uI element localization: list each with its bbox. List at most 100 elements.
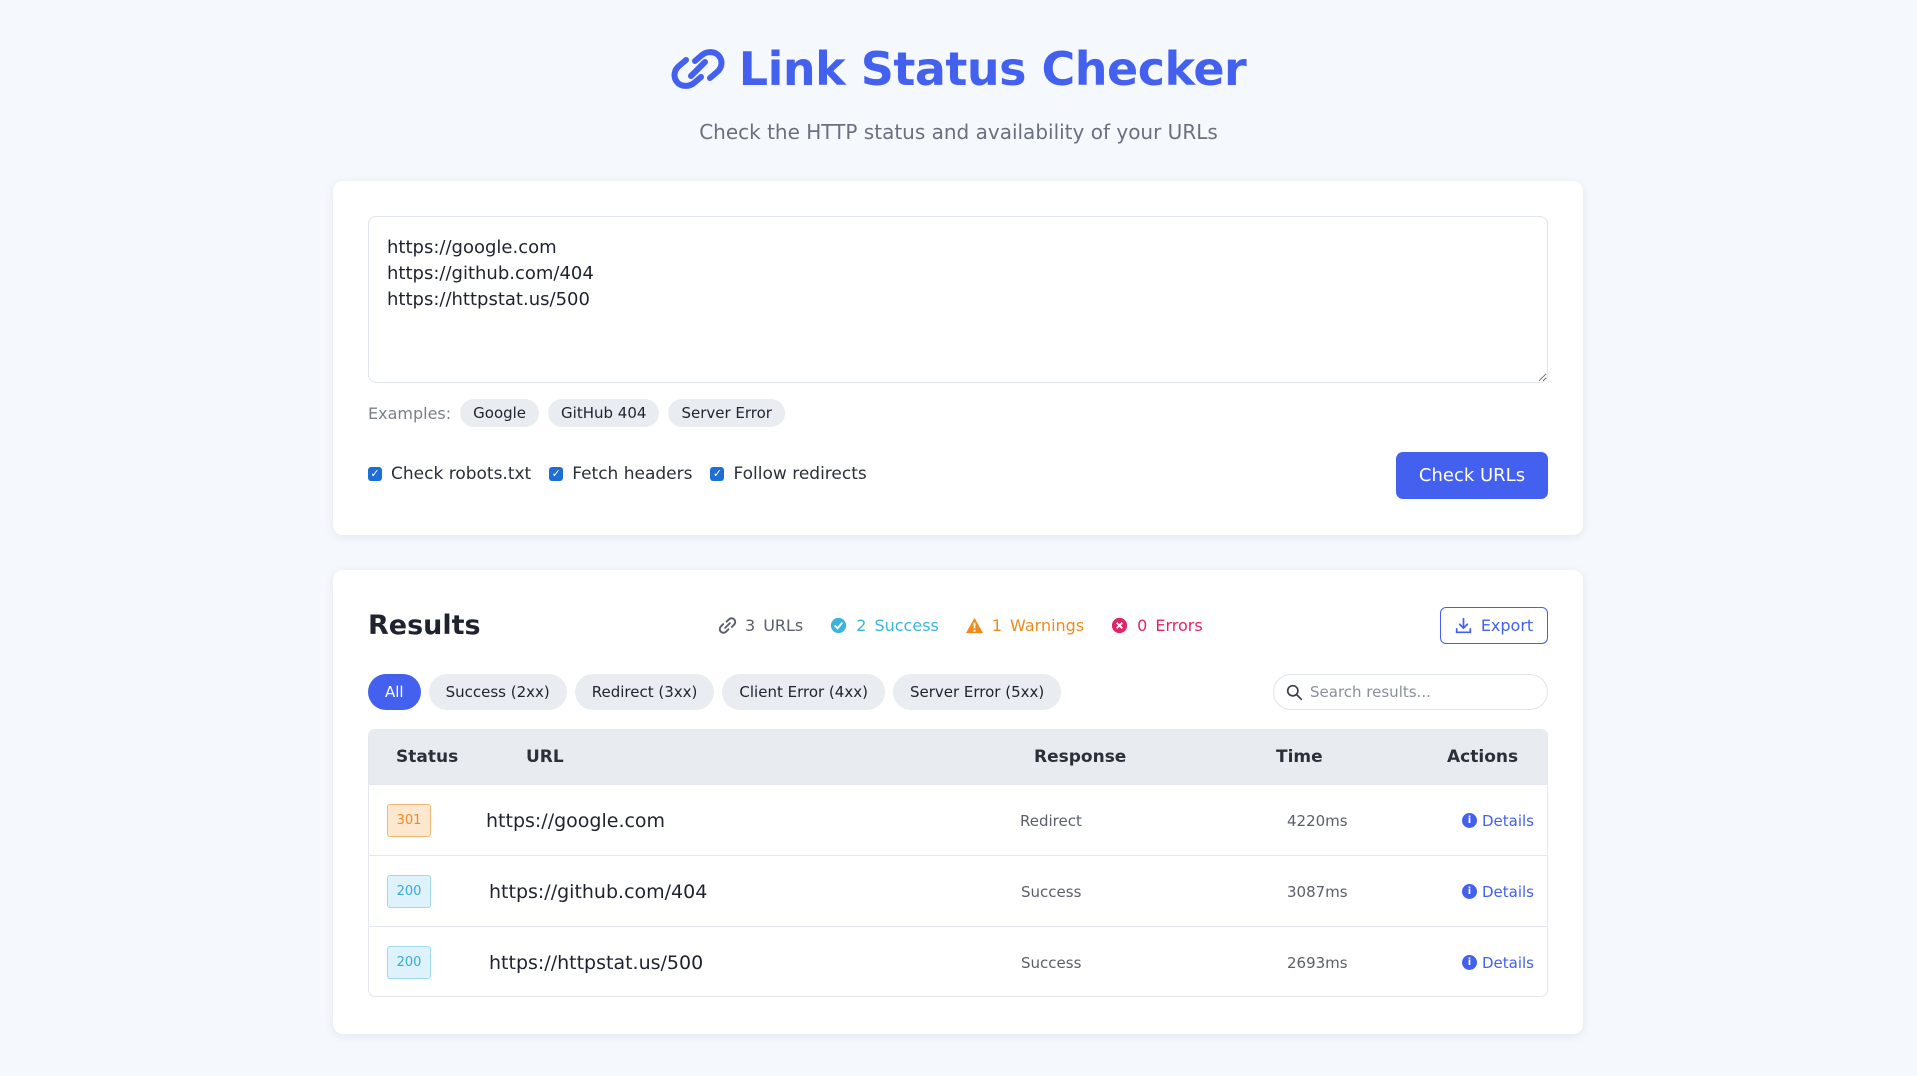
filter-success[interactable]: Success (2xx): [428, 674, 567, 710]
stat-success-label: Success: [874, 616, 939, 635]
column-url: URL: [526, 747, 564, 767]
filter-server-error[interactable]: Server Error (5xx): [892, 674, 1062, 710]
urls-textarea[interactable]: [368, 216, 1548, 383]
filter-all[interactable]: All: [368, 674, 421, 710]
info-icon: i: [1462, 955, 1477, 970]
example-chip-github-404[interactable]: GitHub 404: [548, 399, 660, 427]
time-text: 2693ms: [1287, 953, 1348, 972]
column-actions: Actions: [1447, 747, 1519, 767]
check-urls-button[interactable]: Check URLs: [1396, 452, 1548, 499]
status-filters: All Success (2xx) Redirect (3xx) Client …: [368, 674, 1062, 710]
stat-urls-label: URLs: [763, 616, 804, 635]
stat-urls-count: 3: [745, 616, 756, 635]
info-icon: i: [1462, 884, 1477, 899]
option-label: Fetch headers: [572, 464, 693, 484]
filter-client-error[interactable]: Client Error (4xx): [722, 674, 885, 710]
response-cell: Success: [1021, 927, 1082, 996]
url-cell: https://google.com: [486, 785, 665, 856]
option-label: Check robots.txt: [391, 464, 532, 484]
x-circle-icon: [1112, 617, 1128, 634]
example-chip-google[interactable]: Google: [460, 399, 540, 427]
stat-success: 2 Success: [829, 616, 939, 635]
response-text: Success: [1021, 882, 1082, 901]
option-fetch-headers[interactable]: ✓ Fetch headers: [549, 464, 692, 484]
stat-errors: 0 Errors: [1110, 616, 1203, 635]
column-response: Response: [1034, 747, 1127, 767]
search-icon: [1286, 684, 1303, 700]
column-time: Time: [1276, 747, 1323, 767]
export-button[interactable]: Export: [1440, 607, 1548, 644]
checkbox-check-robots[interactable]: ✓: [368, 467, 382, 481]
examples-label: Examples:: [368, 403, 452, 423]
url-cell: https://github.com/404: [489, 856, 707, 927]
url-text: https://github.com/404: [489, 880, 708, 903]
status-cell: 301: [387, 785, 431, 856]
response-cell: Success: [1021, 856, 1081, 927]
filter-redirect[interactable]: Redirect (3xx): [574, 674, 715, 710]
results-table: Status URL Response Time Actions 301 htt…: [368, 729, 1548, 997]
actions-cell: i Details: [1462, 927, 1534, 996]
table-header: Status URL Response Time Actions: [369, 730, 1547, 784]
stat-warnings-label: Warnings: [1010, 616, 1085, 635]
results-stats: 3 URLs 2 Success 1 Warnings 0 Errors: [718, 616, 1203, 635]
checkbox-follow-redirects[interactable]: ✓: [710, 467, 725, 481]
stat-warnings: 1 Warnings: [965, 616, 1084, 635]
warning-triangle-icon: [965, 617, 983, 634]
check-circle-icon: [831, 617, 847, 634]
column-status: Status: [396, 747, 459, 767]
table-row: 200 https://github.com/404 Success 3087m…: [369, 855, 1547, 926]
status-badge: 200: [387, 875, 431, 908]
checkbox-fetch-headers[interactable]: ✓: [549, 467, 564, 481]
stat-success-count: 2: [856, 616, 867, 635]
url-text: https://httpstat.us/500: [489, 951, 704, 974]
search-input[interactable]: [1310, 683, 1530, 701]
results-search[interactable]: [1273, 674, 1548, 710]
page-subtitle: Check the HTTP status and availability o…: [699, 120, 1218, 144]
url-text: https://google.com: [486, 809, 666, 832]
table-row: 301 https://google.com Redirect 4220ms i…: [369, 784, 1547, 855]
response-text: Redirect: [1020, 811, 1082, 830]
option-follow-redirects[interactable]: ✓ Follow redirects: [710, 464, 867, 484]
time-cell: 3087ms: [1287, 856, 1348, 927]
time-cell: 4220ms: [1287, 785, 1348, 856]
stat-urls: 3 URLs: [718, 616, 803, 635]
time-cell: 2693ms: [1287, 927, 1348, 996]
options-row: ✓ Check robots.txt ✓ Fetch headers ✓ Fol…: [368, 464, 867, 484]
details-link[interactable]: i Details: [1462, 883, 1534, 901]
details-label: Details: [1482, 882, 1535, 901]
link-icon: [671, 49, 725, 89]
response-text: Success: [1021, 953, 1082, 972]
stat-errors-label: Errors: [1155, 616, 1203, 635]
results-card: Results 3 URLs 2 Success 1 Warnings 0 Er…: [333, 570, 1583, 1034]
examples-row: Examples: Google GitHub 404 Server Error: [368, 399, 785, 427]
status-cell: 200: [387, 856, 431, 927]
details-link[interactable]: i Details: [1462, 954, 1534, 972]
response-cell: Redirect: [1020, 785, 1082, 856]
status-badge: 301: [387, 804, 431, 837]
example-chip-server-error[interactable]: Server Error: [668, 399, 785, 427]
url-cell: https://httpstat.us/500: [489, 927, 704, 996]
download-icon: [1455, 617, 1471, 634]
status-cell: 200: [387, 927, 431, 996]
stat-errors-count: 0: [1137, 616, 1148, 635]
status-badge: 200: [387, 946, 431, 979]
page-title-text: Link Status Checker: [738, 42, 1247, 96]
details-link[interactable]: i Details: [1462, 812, 1534, 830]
time-text: 3087ms: [1287, 882, 1348, 901]
page-title: Link Status Checker: [671, 42, 1247, 96]
time-text: 4220ms: [1287, 811, 1348, 830]
option-check-robots[interactable]: ✓ Check robots.txt: [368, 464, 531, 484]
details-label: Details: [1482, 811, 1535, 830]
url-input-card: Examples: Google GitHub 404 Server Error…: [333, 181, 1583, 535]
page-header: Link Status Checker Check the HTTP statu…: [0, 0, 1917, 144]
actions-cell: i Details: [1462, 785, 1534, 856]
export-label: Export: [1480, 616, 1534, 635]
link-icon: [718, 617, 737, 634]
stat-warnings-count: 1: [991, 616, 1003, 635]
results-title: Results: [368, 610, 481, 641]
details-label: Details: [1482, 953, 1535, 972]
actions-cell: i Details: [1462, 856, 1534, 927]
info-icon: i: [1462, 813, 1477, 828]
table-row: 200 https://httpstat.us/500 Success 2693…: [369, 926, 1547, 996]
option-label: Follow redirects: [733, 464, 867, 484]
